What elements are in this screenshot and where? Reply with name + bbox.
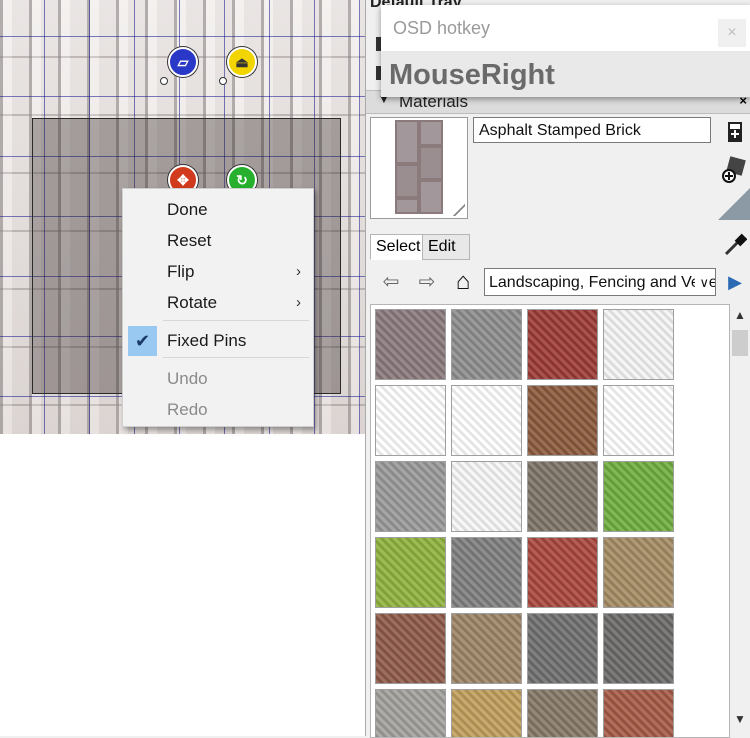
osd-title: OSD hotkey	[393, 18, 491, 38]
material-swatch-sand[interactable]	[451, 689, 522, 737]
menu-item-label: Rotate	[167, 293, 218, 312]
sample-paint-icon[interactable]	[719, 155, 749, 185]
material-swatch-wood-fence-gray[interactable]	[375, 461, 446, 532]
scale-shear-pin-icon[interactable]: ▱	[168, 47, 198, 77]
details-arrow-icon[interactable]: ▶	[722, 269, 748, 295]
material-swatch-picket-fence-white[interactable]	[451, 461, 522, 532]
tab-label: Select	[376, 238, 421, 255]
resize-grip-icon[interactable]	[453, 204, 465, 216]
scroll-up-icon[interactable]: ▲	[730, 308, 750, 326]
material-swatch-asphalt-stamped-brick[interactable]	[375, 309, 446, 380]
back-arrow-icon[interactable]: ⇦	[378, 269, 404, 295]
checkmark-icon: ✔	[128, 326, 157, 356]
material-swatch-red-brick[interactable]	[527, 309, 598, 380]
menu-item-done[interactable]: Done	[123, 195, 313, 225]
osd-hotkey-popup: OSD hotkey × MouseRight	[381, 5, 750, 97]
model-viewport[interactable]: ▱ ⏏ ✥ ↻ Done Reset Flip › Rotate › ✔ Fix…	[0, 0, 365, 736]
chevron-down-icon: ∨	[695, 269, 709, 295]
forward-glyph: ⇨	[418, 271, 436, 293]
material-swatch-gravel-red[interactable]	[527, 537, 598, 608]
osd-header: OSD hotkey ×	[381, 5, 750, 51]
forward-arrow-icon[interactable]: ⇨	[414, 269, 440, 295]
pin-anchor-dot	[160, 77, 168, 85]
texture-context-menu: Done Reset Flip › Rotate › ✔ Fixed Pins …	[122, 188, 314, 427]
home-icon[interactable]: ⌂	[450, 269, 476, 295]
distort-glyph: ⏏	[235, 53, 249, 70]
menu-separator	[163, 357, 309, 358]
material-swatch-pebbles-red[interactable]	[375, 613, 446, 684]
collection-dropdown[interactable]: Landscaping, Fencing and Vegetation ∨	[484, 268, 716, 296]
home-glyph: ⌂	[455, 268, 471, 295]
distort-pin-icon[interactable]: ⏏	[227, 47, 257, 77]
menu-item-label: Done	[167, 200, 208, 219]
display-secondary-pane-icon[interactable]	[718, 186, 750, 220]
menu-item-label: Fixed Pins	[167, 331, 247, 350]
material-swatch-gravel-dark[interactable]	[527, 613, 598, 684]
rotate-glyph: ↻	[236, 171, 248, 188]
move-glyph: ✥	[177, 171, 189, 188]
swatch-scrollbar[interactable]: ▲ ▼	[730, 304, 750, 736]
scale-shear-glyph: ▱	[177, 53, 189, 70]
checkmark-glyph: ✔	[134, 331, 151, 351]
osd-body: MouseRight	[381, 51, 750, 97]
material-swatch-pavers-red[interactable]	[603, 689, 674, 737]
material-name-field[interactable]: Asphalt Stamped Brick	[473, 117, 711, 143]
tab-label: Edit	[428, 238, 456, 255]
material-preview[interactable]	[370, 117, 468, 219]
material-swatch-chain-link-red[interactable]	[451, 385, 522, 456]
material-swatch-chain-link-black[interactable]	[375, 385, 446, 456]
material-swatch-gravel-mixed[interactable]	[603, 613, 674, 684]
material-swatch-barbed-wire[interactable]	[603, 309, 674, 380]
menu-item-label: Undo	[167, 369, 208, 388]
material-swatch-concrete-block[interactable]	[451, 309, 522, 380]
material-swatch-iron-fence[interactable]	[603, 385, 674, 456]
collection-nav-bar: ⇦ ⇨ ⌂ Landscaping, Fencing and Vegetatio…	[370, 265, 750, 299]
menu-item-reset[interactable]: Reset	[123, 226, 313, 256]
material-swatch-mulch-gray[interactable]	[375, 689, 446, 737]
osd-hotkey-value: MouseRight	[389, 59, 555, 91]
material-swatch-gravel-gray[interactable]	[451, 537, 522, 608]
tab-select[interactable]: Select	[370, 234, 424, 260]
eyedropper-icon[interactable]	[722, 232, 748, 258]
material-swatch-grid	[370, 304, 730, 738]
material-swatch-weathered-boards[interactable]	[527, 461, 598, 532]
brick-preview-swatch	[395, 120, 443, 214]
menu-item-label: Redo	[167, 400, 208, 419]
submenu-arrow-icon: ›	[296, 263, 301, 280]
pin-anchor-dot	[219, 77, 227, 85]
menu-item-redo: Redo	[123, 395, 313, 425]
menu-item-fixed-pins[interactable]: ✔ Fixed Pins	[123, 326, 313, 356]
default-tray-panel: Default Tray ▼ Materials × Asphalt Stamp…	[365, 0, 750, 738]
menu-item-flip[interactable]: Flip ›	[123, 257, 313, 287]
submenu-arrow-icon: ›	[296, 294, 301, 311]
create-material-icon[interactable]	[723, 120, 747, 144]
tab-edit[interactable]: Edit	[422, 234, 470, 260]
menu-item-undo: Undo	[123, 364, 313, 394]
close-icon[interactable]: ×	[718, 19, 746, 47]
menu-item-label: Reset	[167, 231, 212, 250]
menu-separator	[163, 320, 309, 321]
material-swatch-gravel-tan[interactable]	[603, 537, 674, 608]
material-swatch-grass[interactable]	[603, 461, 674, 532]
material-swatch-river-rocks[interactable]	[451, 613, 522, 684]
menu-item-label: Flip	[167, 262, 195, 281]
details-glyph: ▶	[728, 272, 742, 292]
collection-dropdown-value: Landscaping, Fencing and Vegetation	[489, 274, 715, 291]
material-swatch-grass-light[interactable]	[375, 537, 446, 608]
scroll-thumb[interactable]	[732, 330, 748, 356]
material-swatch-gravel-coarse[interactable]	[527, 689, 598, 737]
menu-item-rotate[interactable]: Rotate ›	[123, 288, 313, 318]
material-swatch-wood-lattice[interactable]	[527, 385, 598, 456]
scroll-down-icon[interactable]: ▼	[730, 712, 750, 730]
back-glyph: ⇦	[382, 271, 400, 293]
